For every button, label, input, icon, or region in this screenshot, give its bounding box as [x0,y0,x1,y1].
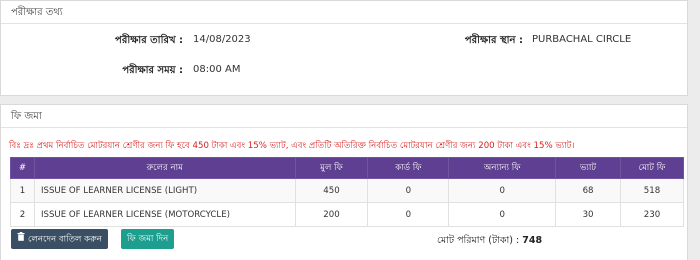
rule-name: ISSUE OF LEARNER LICENSE (MOTORCYCLE) [33,202,296,227]
card-fee: 0 [367,202,450,227]
base-fee: 200 [294,202,369,227]
fee-table: # রুলের নাম মুল ফি কার্ড ফি অন্যান্য ফি … [10,157,684,227]
column-header-other-fee: অন্যান্য ফি [448,157,557,179]
exam-place-value: PURBACHAL CIRCLE [532,34,632,45]
table-row: 1 ISSUE OF LEARNER LICENSE (LIGHT) 450 0… [10,178,684,203]
exam-time-value: 08:00 AM [193,64,241,75]
exam-info-heading: পরীক্ষার তথ্য [1,1,687,24]
vat: 68 [555,178,622,203]
vat: 30 [555,202,622,227]
column-header-vat: ভ্যাট [555,157,622,179]
other-fee: 0 [448,202,557,227]
table-row: 2 ISSUE OF LEARNER LICENSE (MOTORCYCLE) … [10,202,684,227]
column-header-base-fee: মুল ফি [294,157,369,179]
cancel-transaction-button[interactable]: লেনদেন বাতিল করুন [11,229,108,249]
pay-fee-button[interactable]: ফি জমা দিন [121,229,175,249]
exam-date-label: পরীক্ষার তারিখ : [115,35,183,46]
row-number: 1 [10,178,35,203]
exam-info-panel: পরীক্ষার তথ্য পরীক্ষার তারিখ : 14/08/202… [0,0,688,96]
exam-time-label: পরীক্ষার সময় : [122,65,183,76]
column-header-number: # [10,157,35,179]
exam-date-value: 14/08/2023 [193,34,251,45]
fee-panel: ফি জমা বিঃ দ্রঃ প্রথম নির্বাচিত মোটরযান … [0,104,688,260]
fee-table-header: # রুলের নাম মুল ফি কার্ড ফি অন্যান্য ফি … [10,157,684,179]
row-number: 2 [10,202,35,227]
total-fee: 518 [620,178,684,203]
column-header-card-fee: কার্ড ফি [367,157,450,179]
exam-place-label: পরীক্ষার স্থান : [464,35,523,46]
fee-notice: বিঃ দ্রঃ প্রথম নির্বাচিত মোটরযান শ্রেণীর… [9,141,575,151]
total-fee: 230 [620,202,684,227]
column-header-rule-name: রুলের নাম [33,157,296,179]
column-header-total-fee: মোট ফি [620,157,684,179]
total-amount-value: 748 [522,235,543,246]
card-fee: 0 [367,178,450,203]
trash-icon [17,229,25,249]
base-fee: 450 [294,178,369,203]
total-amount: মোট পরিমাণ (টাকা) : 748 [437,234,542,249]
cancel-transaction-label: লেনদেন বাতিল করুন [28,234,102,245]
other-fee: 0 [448,178,557,203]
fee-heading: ফি জমা [1,105,687,128]
total-amount-label: মোট পরিমাণ (টাকা) : [437,235,520,246]
rule-name: ISSUE OF LEARNER LICENSE (LIGHT) [33,178,296,203]
